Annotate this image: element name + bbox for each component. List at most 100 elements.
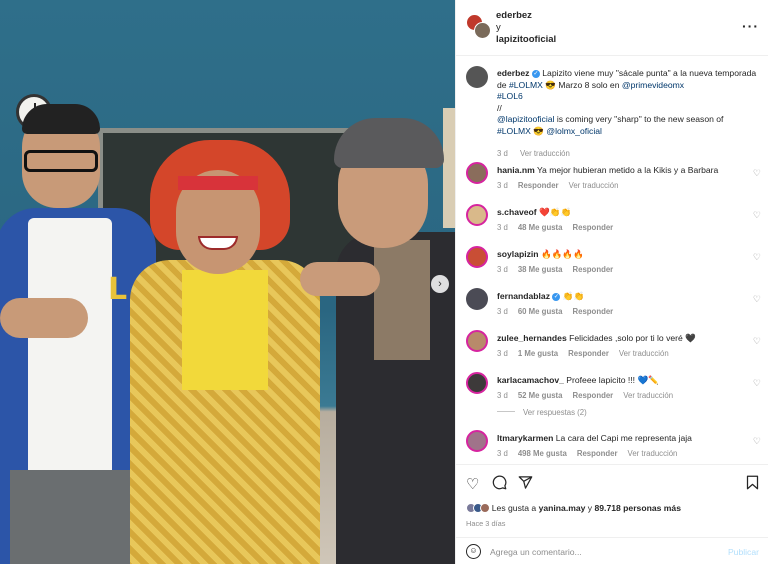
comment-text: hania.nm Ya mejor hubieran metido a la K…	[497, 165, 747, 177]
reply-button[interactable]: Responder	[572, 223, 613, 232]
likes-prefix: Les gusta a	[491, 503, 539, 513]
comment-username[interactable]: karlacamachov_	[497, 375, 564, 385]
likes-summary: Les gusta a yanina.may y 89.718 personas…	[466, 503, 681, 513]
header-joiner: y	[496, 22, 501, 33]
comment-meta: 3 d 38 Me gusta Responder	[497, 265, 623, 274]
see-translation-link[interactable]: Ver traducción	[623, 391, 673, 400]
comment-like-count[interactable]: 498 Me gusta	[518, 449, 567, 458]
comment-meta: 3 d 48 Me gusta Responder	[497, 223, 623, 232]
caption-age: 3 d	[497, 149, 508, 158]
comment-text: fernandablaz ✓ 👏👏	[497, 291, 747, 303]
comment-age: 3 d	[497, 181, 508, 190]
post-photo[interactable]: L L ›	[0, 0, 455, 564]
publish-button[interactable]: Publicar	[728, 547, 759, 557]
verified-icon: ✓	[552, 293, 561, 301]
header-user-1[interactable]: ederbez	[496, 10, 532, 21]
mention-link[interactable]: @lolmx_oficial	[546, 126, 602, 136]
comment-body: 👏👏	[562, 291, 585, 301]
see-translation-link[interactable]: Ver traducción	[628, 449, 678, 458]
reply-button[interactable]: Responder	[572, 391, 613, 400]
person-left-shirt	[28, 218, 112, 478]
comments-feed[interactable]: ederbez ✓ Lapizito viene muy "sácale pun…	[456, 56, 768, 464]
reply-button[interactable]: Responder	[577, 449, 618, 458]
comment-body: ❤️👏👏	[539, 207, 572, 217]
caption-username[interactable]: ederbez	[497, 68, 529, 78]
hashtag-link[interactable]: #LOLMX	[509, 80, 543, 90]
comment-like-count[interactable]: 60 Me gusta	[518, 307, 563, 316]
header-avatars[interactable]	[466, 14, 491, 39]
share-icon[interactable]	[518, 475, 533, 494]
comment-like-count[interactable]: 38 Me gusta	[518, 265, 563, 274]
header-usernames: ederbez y lapizitooficial	[496, 10, 556, 46]
comment-input[interactable]	[490, 543, 710, 561]
comment-like-count[interactable]: 48 Me gusta	[518, 223, 563, 232]
comment-like-heart-icon[interactable]: ♡	[753, 378, 761, 389]
avatar[interactable]	[466, 246, 488, 268]
person-right-vest	[374, 240, 430, 360]
comment-meta: 3 d 52 Me gusta Responder Ver traducción	[497, 391, 683, 400]
bookmark-icon[interactable]	[746, 475, 759, 494]
comment-username[interactable]: soylapizin	[497, 249, 539, 259]
avatar[interactable]	[466, 330, 488, 352]
comment-like-count[interactable]: 1 Me gusta	[518, 349, 558, 358]
comment-text: ltmarykarmen La cara del Capi me represe…	[497, 433, 747, 445]
avatar[interactable]	[466, 430, 488, 452]
comment-like-heart-icon[interactable]: ♡	[753, 210, 761, 221]
more-options-icon[interactable]: ···	[742, 18, 759, 34]
caption-meta: 3 d Ver traducción	[497, 149, 580, 158]
avatar[interactable]	[466, 162, 488, 184]
comment-username[interactable]: fernandablaz	[497, 291, 550, 301]
see-replies-link[interactable]: Ver respuestas (2)	[497, 408, 587, 417]
comment-like-heart-icon[interactable]: ♡	[753, 252, 761, 263]
comment-composer: ☺ Publicar	[456, 537, 768, 564]
avatar[interactable]	[466, 204, 488, 226]
likes-joiner: y	[585, 503, 595, 513]
heart-icon[interactable]: ♡	[466, 475, 479, 493]
person-left-glasses	[24, 150, 98, 172]
mention-link[interactable]: @primevideomx	[622, 80, 684, 90]
avatar[interactable]	[466, 372, 488, 394]
see-translation-link[interactable]: Ver traducción	[619, 349, 669, 358]
comment-like-heart-icon[interactable]: ♡	[753, 336, 761, 347]
comment-like-count[interactable]: 52 Me gusta	[518, 391, 563, 400]
jacket-letter: L	[108, 272, 128, 307]
header-user-2[interactable]: lapizitooficial	[496, 34, 556, 45]
reply-button[interactable]: Responder	[518, 181, 559, 190]
comment-age: 3 d	[497, 349, 508, 358]
comment-body: 🔥🔥🔥🔥	[540, 249, 584, 259]
caption-text: ederbez ✓ Lapizito viene muy "sácale pun…	[497, 68, 757, 137]
reply-button[interactable]: Responder	[572, 265, 613, 274]
comment-username[interactable]: zulee_hernandes	[497, 333, 567, 343]
comment-body: Felicidades ,solo por ti lo veré 🖤	[569, 333, 696, 343]
caption-separator: //	[497, 102, 502, 113]
reply-button[interactable]: Responder	[568, 349, 609, 358]
likes-count-link[interactable]: 89.718 personas más	[595, 503, 681, 513]
hashtag-link[interactable]: #LOLMX	[497, 126, 531, 136]
comment-username[interactable]: ltmarykarmen	[497, 433, 553, 443]
post-timestamp[interactable]: Hace 3 días	[466, 519, 505, 528]
mention-link[interactable]: @lapizitooficial	[497, 114, 554, 124]
avatar	[480, 503, 490, 513]
comment-like-heart-icon[interactable]: ♡	[753, 294, 761, 305]
comment-username[interactable]: hania.nm	[497, 165, 535, 175]
person-right-arm	[300, 262, 380, 296]
person-left-jeans	[10, 470, 130, 564]
person-left-hair	[22, 104, 100, 134]
comment-like-heart-icon[interactable]: ♡	[753, 436, 761, 447]
comment-age: 3 d	[497, 307, 508, 316]
comment-meta: 3 d Responder Ver traducción	[497, 181, 628, 190]
likes-user-link[interactable]: yanina.may	[539, 503, 586, 513]
carousel-next-button[interactable]: ›	[431, 275, 449, 293]
comment-icon[interactable]	[492, 475, 507, 494]
post-panel: ederbez y lapizitooficial ··· ederbez ✓ …	[455, 0, 768, 564]
comment-username[interactable]: s.chaveof	[497, 207, 537, 217]
avatar	[474, 22, 491, 39]
reply-button[interactable]: Responder	[572, 307, 613, 316]
emoji-icon[interactable]: ☺	[466, 544, 481, 559]
see-translation-link[interactable]: Ver traducción	[569, 181, 619, 190]
see-translation-link[interactable]: Ver traducción	[520, 149, 570, 158]
hashtag-link[interactable]: #LOL6	[497, 91, 523, 101]
comment-like-heart-icon[interactable]: ♡	[753, 168, 761, 179]
avatar[interactable]	[466, 288, 488, 310]
avatar[interactable]	[466, 66, 488, 88]
